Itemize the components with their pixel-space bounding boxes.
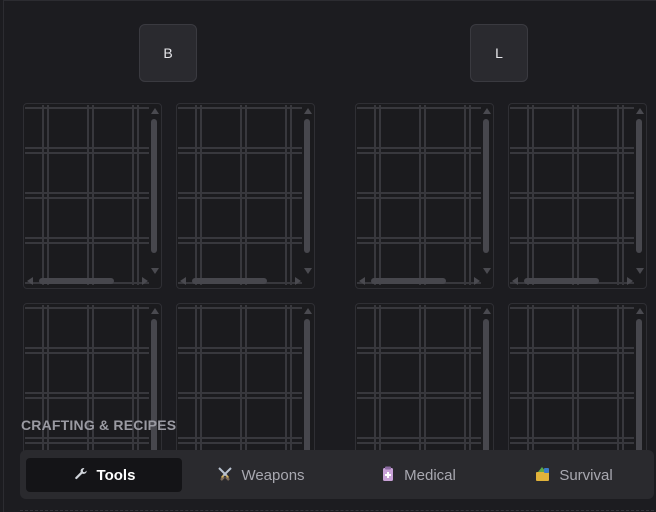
- scroll-up-icon[interactable]: [636, 308, 644, 314]
- inventory-grid-panel[interactable]: [176, 103, 315, 289]
- scroll-up-icon[interactable]: [151, 108, 159, 114]
- horizontal-scrollbar[interactable]: [24, 274, 161, 288]
- crafting-section-title: CRAFTING & RECIPES: [21, 417, 177, 433]
- inventory-grid-panel[interactable]: [355, 103, 494, 289]
- inventory-window: B L CRAFTING & RECIPES Tools Weapons Med…: [3, 0, 656, 512]
- scroll-left-icon[interactable]: [27, 277, 33, 285]
- scroll-right-icon[interactable]: [142, 277, 148, 285]
- survival-kit-icon: [535, 466, 551, 485]
- scroll-up-icon[interactable]: [483, 308, 491, 314]
- scroll-thumb[interactable]: [304, 319, 310, 453]
- scroll-left-icon[interactable]: [512, 277, 518, 285]
- inventory-slot-grid[interactable]: [510, 105, 634, 285]
- scroll-left-icon[interactable]: [180, 277, 186, 285]
- vertical-scrollbar[interactable]: [300, 104, 314, 276]
- keybind-label: L: [495, 45, 503, 61]
- vertical-scrollbar[interactable]: [632, 104, 646, 276]
- scroll-up-icon[interactable]: [304, 108, 312, 114]
- scroll-thumb[interactable]: [483, 319, 489, 453]
- scroll-left-icon[interactable]: [359, 277, 365, 285]
- scroll-right-icon[interactable]: [295, 277, 301, 285]
- tab-medical[interactable]: Medical: [340, 458, 496, 492]
- tab-weapons[interactable]: Weapons: [183, 458, 339, 492]
- scroll-thumb[interactable]: [636, 319, 642, 453]
- inventory-grid-panel[interactable]: [508, 103, 647, 289]
- scroll-thumb[interactable]: [151, 119, 157, 253]
- inventory-grid-panel[interactable]: [23, 103, 162, 289]
- crossed-swords-icon: [217, 466, 233, 485]
- scroll-thumb[interactable]: [524, 278, 599, 284]
- tab-label: Tools: [96, 466, 136, 484]
- horizontal-scrollbar[interactable]: [509, 274, 646, 288]
- vertical-scrollbar[interactable]: [147, 104, 161, 276]
- scroll-up-icon[interactable]: [304, 308, 312, 314]
- scroll-thumb[interactable]: [636, 119, 642, 253]
- horizontal-scrollbar[interactable]: [356, 274, 493, 288]
- keybind-button-b[interactable]: B: [139, 24, 197, 82]
- scroll-right-icon[interactable]: [474, 277, 480, 285]
- inventory-slot-grid[interactable]: [178, 105, 302, 285]
- medical-bag-icon: [380, 466, 396, 485]
- horizontal-scrollbar[interactable]: [177, 274, 314, 288]
- scroll-thumb[interactable]: [39, 278, 114, 284]
- divider: [20, 510, 654, 511]
- tab-survival[interactable]: Survival: [496, 458, 652, 492]
- vertical-scrollbar[interactable]: [479, 104, 493, 276]
- scroll-up-icon[interactable]: [636, 108, 644, 114]
- scroll-thumb[interactable]: [483, 119, 489, 253]
- scroll-up-icon[interactable]: [151, 308, 159, 314]
- tab-label: Weapons: [241, 466, 305, 484]
- crafting-tab-bar: Tools Weapons Medical Survival: [20, 450, 654, 499]
- wrench-icon: [73, 467, 89, 484]
- scroll-right-icon[interactable]: [627, 277, 633, 285]
- scroll-thumb[interactable]: [304, 119, 310, 253]
- scroll-thumb[interactable]: [192, 278, 267, 284]
- tab-label: Medical: [404, 466, 456, 484]
- inventory-slot-grid[interactable]: [357, 105, 481, 285]
- keybind-button-l[interactable]: L: [470, 24, 528, 82]
- scroll-thumb[interactable]: [371, 278, 446, 284]
- inventory-slot-grid[interactable]: [25, 105, 149, 285]
- keybind-label: B: [163, 45, 173, 61]
- tab-label: Survival: [559, 466, 613, 484]
- scroll-up-icon[interactable]: [483, 108, 491, 114]
- tab-tools[interactable]: Tools: [26, 458, 182, 492]
